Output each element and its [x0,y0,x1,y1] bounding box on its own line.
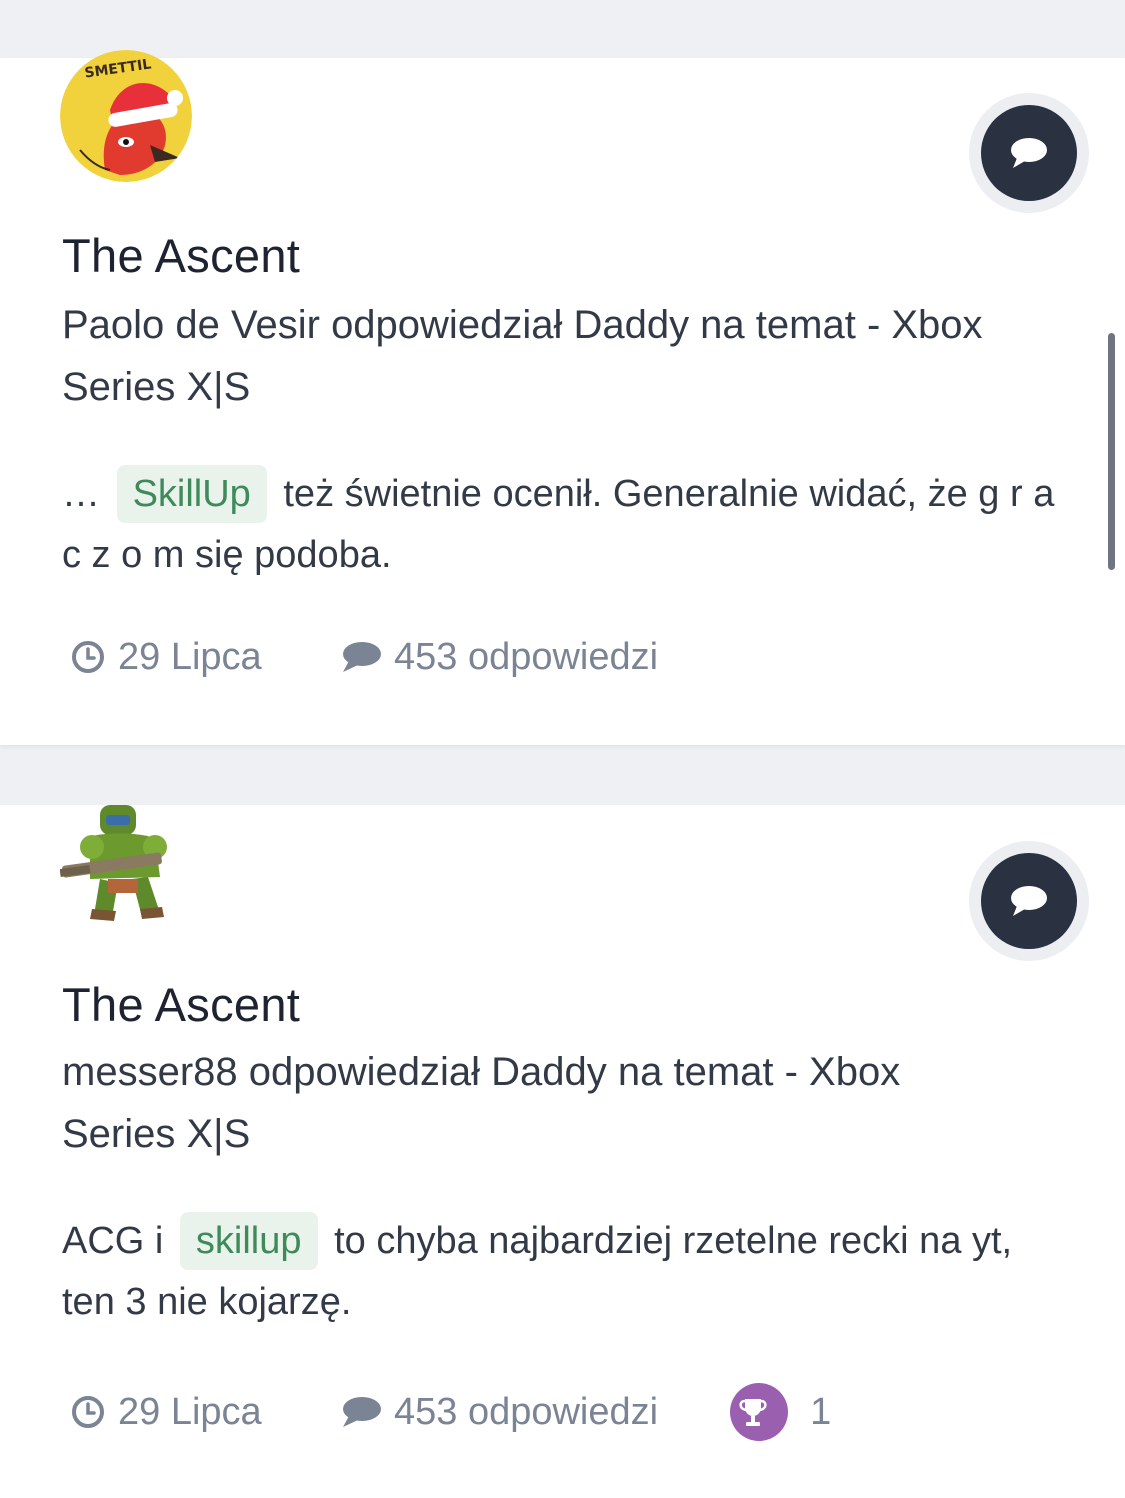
activity-description[interactable]: messer88 odpowiedział Daddy na temat - X… [62,1041,1022,1165]
speech-bubble-icon [1011,886,1047,916]
topic-title[interactable]: The Ascent [62,228,300,283]
reply-button[interactable] [969,93,1089,213]
post-meta: 29 Lipca 453 odpowiedzi [70,632,658,682]
post-meta: 29 Lipca 453 odpowiedzi 1 [70,1383,831,1441]
excerpt-text-before: ACG i [62,1220,164,1262]
reply-button-inner [981,853,1077,949]
clock-icon [72,1396,104,1428]
date-text: 29 Lipca [118,1390,262,1433]
topic-title[interactable]: The Ascent [62,977,300,1032]
reply-button-inner [981,105,1077,201]
reply-count-text: 453 odpowiedzi [394,635,659,678]
post-date: 29 Lipca [70,1391,340,1434]
post-excerpt: … SkillUp też świetnie ocenił. Generalni… [62,464,1062,586]
comments-icon [343,642,381,672]
doom-marine-avatar-icon [60,805,167,921]
date-text: 29 Lipca [118,635,262,678]
reply-count[interactable]: 453 odpowiedzi [340,636,658,679]
reply-count-text: 453 odpowiedzi [394,1390,659,1433]
reply-count[interactable]: 453 odpowiedzi [340,1391,658,1434]
post-excerpt: ACG i skillup to chyba najbardziej rzete… [62,1211,1062,1333]
clock-icon [72,641,104,673]
scrollbar[interactable] [1108,333,1115,570]
feed-item[interactable]: SMETTIL The Ascent Paolo de Vesir odpowi… [0,50,1125,745]
trophy-icon [730,1383,789,1441]
comments-icon [343,1397,381,1427]
santa-hat-duck-avatar-icon: SMETTIL [60,50,192,182]
reaction-count-text: 1 [810,1390,832,1433]
speech-bubble-icon [1011,138,1047,168]
top-strip [0,0,1125,58]
tag-link[interactable]: SkillUp [116,465,267,523]
reply-button[interactable] [969,841,1089,961]
activity-description[interactable]: Paolo de Vesir odpowiedział Daddy na tem… [62,294,1022,418]
tag-link[interactable]: skillup [179,1212,318,1270]
feed-item[interactable]: The Ascent messer88 odpowiedział Daddy n… [0,805,1125,1498]
avatar[interactable] [60,797,192,929]
excerpt-text-before: … [62,473,100,515]
avatar[interactable]: SMETTIL [60,50,192,182]
reaction-count[interactable]: 1 [730,1383,831,1441]
post-date: 29 Lipca [70,636,340,679]
